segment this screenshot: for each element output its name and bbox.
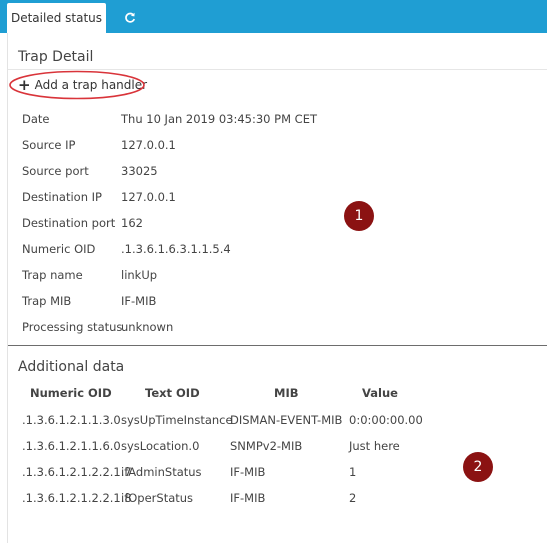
numeric-oid-cell: .1.3.6.1.2.1.1.3.0 — [22, 413, 121, 427]
text-oid-cell: ifOperStatus — [121, 491, 194, 505]
field-label: Processing status — [22, 320, 123, 334]
field-value: IF-MIB — [121, 294, 157, 308]
field-value: 127.0.0.1 — [121, 190, 176, 204]
text-oid-cell: ifAdminStatus — [121, 465, 202, 479]
field-value: 127.0.0.1 — [121, 138, 176, 152]
field-value: linkUp — [121, 268, 158, 282]
tab-bar: Detailed status — [0, 0, 547, 33]
divider — [8, 345, 547, 346]
value-cell: 1 — [349, 465, 357, 479]
column-header-text-oid: Text OID — [145, 386, 200, 400]
field-label: Date — [22, 112, 50, 126]
numeric-oid-cell: .1.3.6.1.2.1.2.2.1.8 — [22, 491, 132, 505]
marker-1: 1 — [344, 201, 374, 231]
text-oid-cell: sysUpTimeInstance — [121, 413, 233, 427]
mib-cell: IF-MIB — [230, 465, 266, 479]
value-cell: Just here — [349, 439, 400, 453]
mib-cell: DISMAN-EVENT-MIB — [230, 413, 343, 427]
field-label: Source IP — [22, 138, 76, 152]
field-label: Trap name — [22, 268, 83, 282]
field-label: Source port — [22, 164, 89, 178]
text-oid-cell: sysLocation.0 — [121, 439, 200, 453]
numeric-oid-cell: .1.3.6.1.2.1.2.2.1.7 — [22, 465, 132, 479]
highlight-ellipse — [9, 70, 145, 100]
field-value: 162 — [121, 216, 143, 230]
field-value: Thu 10 Jan 2019 03:45:30 PM CET — [121, 112, 317, 126]
column-header-value: Value — [362, 386, 398, 400]
mib-cell: SNMPv2-MIB — [230, 439, 303, 453]
tab-detailed-status[interactable]: Detailed status — [7, 3, 106, 33]
field-label: Numeric OID — [22, 242, 96, 256]
refresh-icon — [125, 12, 136, 23]
field-value: 33025 — [121, 164, 158, 178]
value-cell: 0:0:00:00.00 — [349, 413, 423, 427]
refresh-button[interactable] — [116, 3, 144, 33]
additional-data-title: Additional data — [18, 359, 125, 375]
value-cell: 2 — [349, 491, 357, 505]
trap-detail-title: Trap Detail — [18, 49, 94, 65]
field-label: Destination IP — [22, 190, 102, 204]
numeric-oid-cell: .1.3.6.1.2.1.1.6.0 — [22, 439, 121, 453]
marker-2: 2 — [463, 452, 493, 482]
column-header-mib: MIB — [274, 386, 299, 400]
mib-cell: IF-MIB — [230, 491, 266, 505]
column-header-numeric-oid: Numeric OID — [30, 386, 112, 400]
field-label: Trap MIB — [22, 294, 72, 308]
field-value: .1.3.6.1.6.3.1.1.5.4 — [121, 242, 231, 256]
field-label: Destination port — [22, 216, 116, 230]
field-value: unknown — [121, 320, 174, 334]
